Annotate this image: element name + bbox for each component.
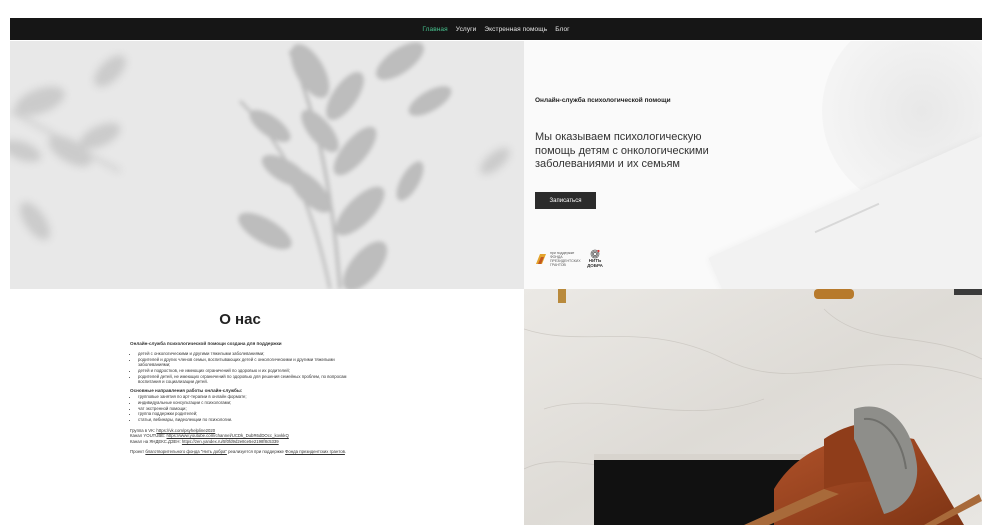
nav-item-blog[interactable]: Блог [555, 26, 569, 33]
project-note: Проект благотворительного фонда "Нить до… [130, 449, 360, 454]
audience-list: детей с онкологическими и другими тяжелы… [138, 351, 360, 384]
about-title: О нас [219, 311, 261, 328]
zen-link[interactable]: https://zen.yandex.ru/5f0fd9d2e8ce5e2198… [182, 439, 279, 444]
interior-photo [524, 289, 982, 525]
project-mid: реализуется при поддержке [226, 448, 286, 454]
social-links: Группа в VK: https://vk.com/psyhelpline2… [130, 428, 360, 444]
nit-dobra-logo[interactable]: НИТЬ ДОБРА [586, 249, 604, 269]
list-item: детей и подростков, не имеющих ограничен… [138, 368, 360, 373]
list-item: родителей и других членов семьи, воспиты… [138, 357, 360, 367]
partner-logos: при поддержке ФОНДА ПРЕЗИДЕНТСКИХ ГРАНТО… [535, 249, 604, 269]
nit-dobra-logo-line2: ДОБРА [587, 262, 603, 268]
grants-fund-link[interactable]: Фонда президентских грантов [285, 449, 345, 454]
about-body: Онлайн-служба психологической помощи соз… [130, 341, 360, 457]
top-nav: Главная Услуги Экстренная помощь Блог [10, 18, 982, 40]
list-item: статьи, вебинары, видеолекции по психоло… [138, 417, 360, 422]
project-prefix: Проект [130, 448, 146, 454]
page: Главная Услуги Экстренная помощь Блог Он… [0, 0, 982, 525]
directions-title: Основные направления работы онлайн-служб… [130, 387, 243, 393]
about-section: О нас Онлайн-служба психологической помо… [10, 289, 524, 525]
hero-kicker: Онлайн-служба психологической помощи [535, 97, 671, 104]
zen-label: Канал на ЯНДЕКС.ДЗЕН: [130, 438, 182, 444]
foundation-link[interactable]: благотворительного фонда "Нить добра" [145, 449, 227, 454]
directions-list: групповые занятия по арт-терапии в онлай… [138, 394, 360, 422]
nav-item-home[interactable]: Главная [422, 26, 447, 33]
nav-item-emergency[interactable]: Экстренная помощь [484, 26, 547, 33]
list-item: детей с онкологическими и другими тяжелы… [138, 351, 360, 356]
list-item: групповые занятия по арт-терапии в онлай… [138, 394, 360, 399]
presidential-grants-logo-text: при поддержке ФОНДА ПРЕЗИДЕНТСКИХ ГРАНТО… [550, 250, 581, 267]
interior-illustration [524, 289, 982, 525]
nav-item-services[interactable]: Услуги [456, 26, 477, 33]
hero-leaf-shadow-image [10, 41, 524, 289]
hero-section: Онлайн-служба психологической помощи Мы … [524, 41, 982, 289]
project-suffix: . [344, 448, 347, 454]
hero-headline: Мы оказываем психологическую помощь детя… [535, 131, 709, 170]
list-item: чат экстренной помощи; [138, 406, 360, 411]
list-item: родителей детей, не имеющих ограничений … [138, 374, 360, 384]
leaf-shadow-illustration [10, 41, 524, 289]
list-item: индивидуальные консультации с психологам… [138, 400, 360, 405]
presidential-grants-logo-icon [536, 253, 546, 264]
signup-button[interactable]: Записаться [535, 192, 596, 209]
about-intro: Онлайн-служба психологической помощи соз… [130, 341, 282, 346]
list-item: группа поддержки родителей; [138, 411, 360, 416]
presidential-grants-logo[interactable]: при поддержке ФОНДА ПРЕЗИДЕНТСКИХ ГРАНТО… [535, 250, 581, 267]
